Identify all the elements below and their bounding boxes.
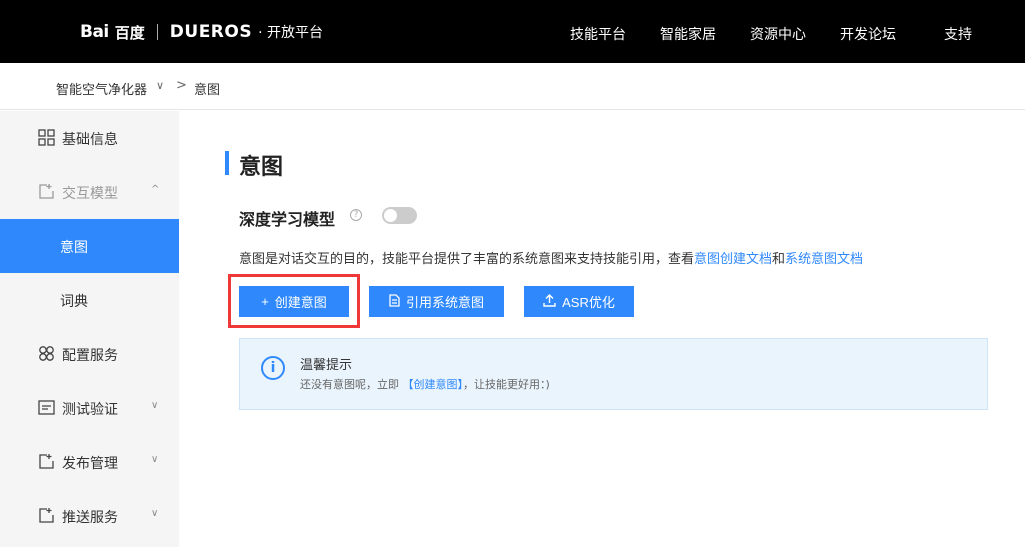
- sidebar-item-basic-info[interactable]: 基础信息: [0, 111, 179, 165]
- highlight-box: [228, 274, 360, 328]
- sidebar-item-label: 测试验证: [62, 402, 118, 418]
- sidebar-item-dictionary[interactable]: 词典: [0, 273, 179, 327]
- logo-platform-text: · 开放平台: [258, 25, 324, 41]
- nav-smart-home[interactable]: 智能家居: [660, 24, 716, 44]
- intent-description: 意图是对话交互的目的，技能平台提供了丰富的系统意图来支持技能引用，查看意图创建文…: [239, 252, 864, 267]
- nav-dev-forum[interactable]: 开发论坛: [840, 24, 896, 44]
- breadcrumb-skill-select[interactable]: 智能空气净化器: [56, 79, 147, 98]
- nav-resource-center[interactable]: 资源中心: [750, 24, 806, 44]
- chevron-up-icon: ^: [151, 184, 160, 195]
- sidebar-item-push-service[interactable]: 推送服务 ∨: [0, 489, 179, 543]
- sidebar: 基础信息 交互模型 ^ 意图 词典 配置服务 测试验证 ∨ 发布管理 ∨ 推送服…: [0, 111, 179, 547]
- sidebar-item-label: 配置服务: [62, 348, 118, 364]
- sidebar-item-config-service[interactable]: 配置服务: [0, 327, 179, 381]
- terminal-icon: [38, 399, 55, 416]
- logo-bai-text: Bai: [80, 22, 109, 42]
- sidebar-item-test-verify[interactable]: 测试验证 ∨: [0, 381, 179, 435]
- chevron-down-icon: ∨: [151, 454, 159, 465]
- edit-box-icon: [38, 183, 55, 200]
- edit-box-icon: [38, 507, 55, 524]
- tip-create-intent-link[interactable]: 【创建意图】: [403, 378, 464, 391]
- grid-icon: [38, 129, 55, 146]
- help-icon[interactable]: ?: [350, 209, 362, 221]
- sidebar-item-label: 意图: [60, 240, 88, 256]
- sidebar-item-label: 推送服务: [62, 510, 118, 526]
- dueros-logo[interactable]: Bai 百度 DUEROS · 开放平台: [80, 20, 323, 44]
- reference-system-intent-button[interactable]: 引用系统意图: [369, 286, 504, 317]
- document-icon: [389, 293, 400, 310]
- logo-baidu-cn-text: 百度: [114, 23, 145, 42]
- chevron-down-icon: ∨: [151, 400, 159, 411]
- sidebar-item-intent[interactable]: 意图: [0, 219, 179, 273]
- sidebar-item-label: 交互模型: [62, 186, 118, 202]
- title-accent-bar: [225, 151, 229, 175]
- tip-box: i 温馨提示 还没有意图呢，立即 【创建意图】，让技能更好用：): [239, 338, 988, 410]
- breadcrumb-current: 意图: [194, 83, 221, 98]
- sidebar-item-release-manage[interactable]: 发布管理 ∨: [0, 435, 179, 489]
- page-title: 意图: [239, 155, 284, 180]
- edit-box-icon: [38, 453, 55, 470]
- sidebar-item-label: 基础信息: [62, 132, 118, 148]
- deep-learning-toggle[interactable]: [382, 207, 417, 224]
- deep-learning-label: 深度学习模型: [239, 210, 336, 229]
- tip-title: 温馨提示: [300, 358, 353, 373]
- chevron-down-icon[interactable]: ∨: [156, 79, 164, 92]
- upload-icon: [543, 293, 556, 310]
- intent-create-doc-link[interactable]: 意图创建文档: [694, 252, 772, 267]
- clover-icon: [38, 345, 55, 362]
- top-navbar: Bai 百度 DUEROS · 开放平台 技能平台 智能家居 资源中心 开发论坛…: [0, 0, 1025, 63]
- nav-skill-platform[interactable]: 技能平台: [570, 24, 626, 44]
- nav-support[interactable]: 支持: [944, 24, 972, 44]
- system-intent-doc-link[interactable]: 系统意图文档: [785, 252, 863, 267]
- toggle-knob: [384, 209, 397, 222]
- chevron-down-icon: ∨: [151, 508, 159, 519]
- breadcrumb: 智能空气净化器 ∨ > 意图: [0, 63, 1025, 110]
- sidebar-item-interaction-model[interactable]: 交互模型 ^: [0, 165, 179, 219]
- sidebar-item-label: 词典: [60, 294, 88, 310]
- tip-text: 还没有意图呢，立即 【创建意图】，让技能更好用：): [300, 378, 550, 391]
- info-icon: i: [261, 356, 285, 380]
- logo-separator: [156, 24, 158, 40]
- logo-dueros-text: DUEROS: [169, 22, 253, 42]
- sidebar-item-label: 发布管理: [62, 456, 118, 472]
- breadcrumb-separator: >: [176, 78, 187, 93]
- asr-optimize-button[interactable]: ASR优化: [524, 286, 634, 317]
